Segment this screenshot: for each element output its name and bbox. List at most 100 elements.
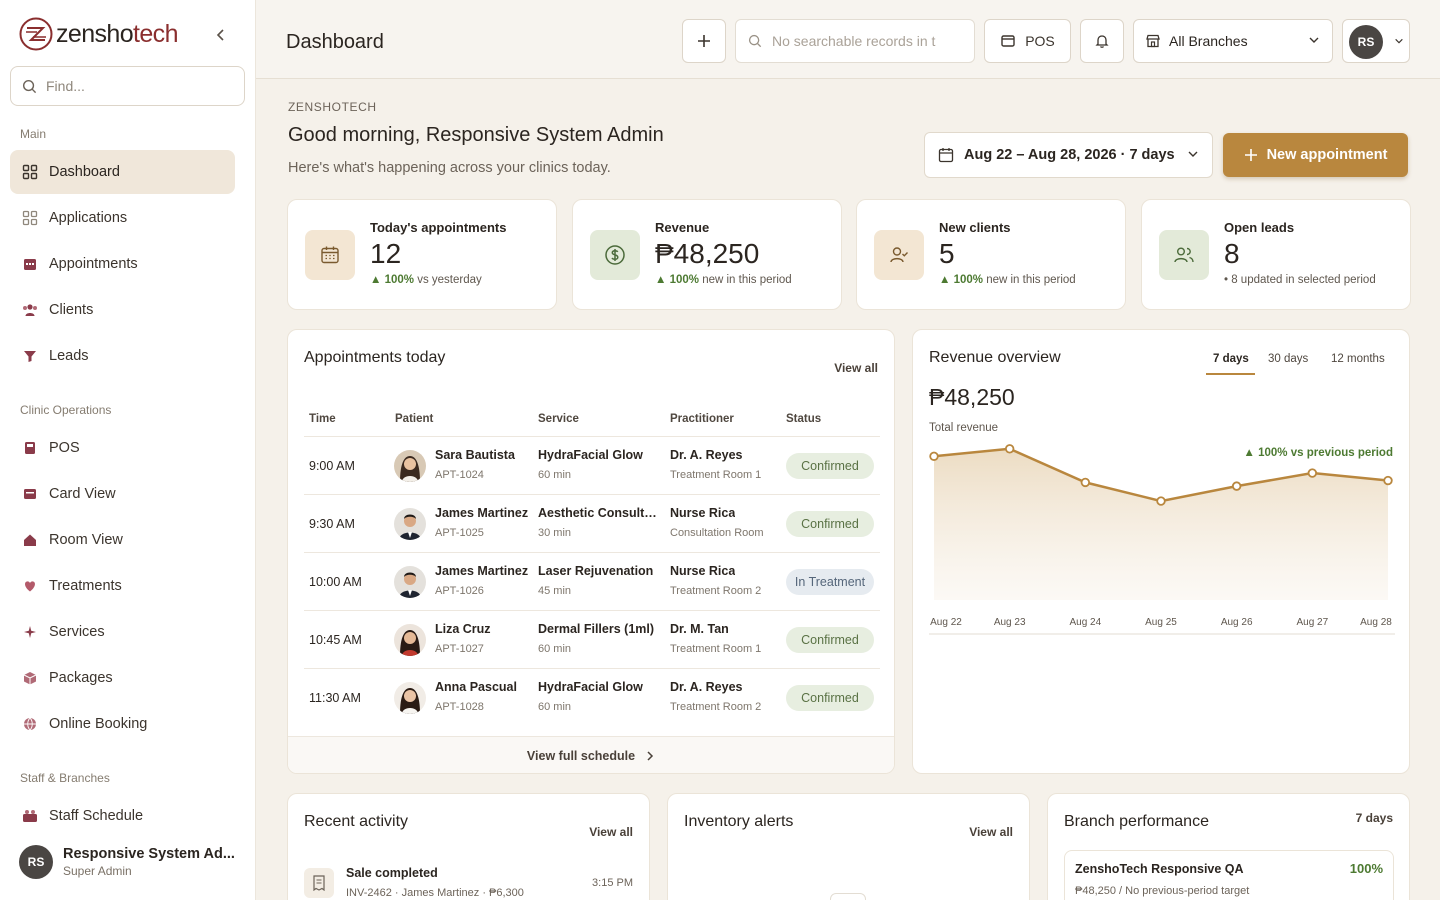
user-menu[interactable]: RS	[1342, 19, 1410, 63]
sidebar-item-label: Online Booking	[49, 716, 148, 732]
branch-performance-panel: Branch performance 7 days ZenshoTech Res…	[1047, 793, 1410, 900]
sidebar-item-dashboard[interactable]: Dashboard	[10, 150, 235, 194]
funnel-icon	[22, 348, 38, 364]
room-name: Treatment Room 2	[670, 585, 762, 597]
pos-button[interactable]: POS	[984, 19, 1071, 63]
x-tick-label: Aug 25	[1145, 617, 1177, 628]
nav-section-clinic: Clinic Operations	[20, 403, 112, 417]
notifications-button[interactable]	[1080, 19, 1124, 63]
recent-activity-panel: Recent activity View all Sale completed …	[287, 793, 650, 900]
new-appointment-label: New appointment	[1266, 147, 1388, 163]
sidebar-item-staff-schedule[interactable]: Staff Schedule	[10, 794, 235, 838]
sidebar-item-packages[interactable]: Packages	[10, 656, 235, 700]
stat-label: Today's appointments	[370, 220, 507, 235]
table-row[interactable]: 9:30 AM James Martinez APT-1025 Aestheti…	[304, 494, 880, 552]
collapse-sidebar-button[interactable]	[210, 24, 232, 46]
stat-label: New clients	[939, 220, 1011, 235]
inventory-view-all-link[interactable]: View all	[969, 825, 1013, 839]
search-icon	[22, 79, 37, 93]
stat-card-new-clients[interactable]: New clients 5 ▲ 100% new in this period	[856, 199, 1126, 310]
sidebar-item-pos[interactable]: POS	[10, 426, 235, 470]
x-tick-label: Aug 23	[994, 617, 1026, 628]
dollar-icon	[590, 230, 640, 280]
room-name: Treatment Room 2	[670, 701, 762, 713]
stat-label: Revenue	[655, 220, 710, 235]
branch-card[interactable]: ZenshoTech Responsive QA 100% ₱48,250 / …	[1064, 850, 1394, 900]
table-row[interactable]: 11:30 AM Anna Pascual APT-1028 HydraFaci…	[304, 668, 880, 726]
sidebar-search[interactable]	[10, 66, 245, 106]
appointments-view-all-link[interactable]: View all	[834, 361, 878, 375]
sidebar-item-treatments[interactable]: Treatments	[10, 564, 235, 608]
patient-avatar	[394, 450, 426, 482]
sidebar-item-appointments[interactable]: Appointments	[10, 242, 235, 286]
table-row[interactable]: 10:45 AM Liza Cruz APT-1027 Dermal Fille…	[304, 610, 880, 668]
bell-icon	[1095, 35, 1109, 48]
sidebar-item-room-view[interactable]: Room View	[10, 518, 235, 562]
status-badge: In Treatment	[786, 569, 874, 595]
service-duration: 30 min	[538, 527, 572, 539]
chevron-down-icon	[1188, 151, 1198, 157]
sidebar-item-label: Room View	[49, 532, 123, 548]
stat-value: 12	[370, 238, 402, 269]
greeting-title: Good morning, Responsive System Admin	[288, 124, 664, 146]
new-appointment-button[interactable]: New appointment	[1223, 133, 1408, 177]
revenue-point[interactable]	[1156, 496, 1166, 506]
sidebar-user-card[interactable]: RS Responsive System Ad... Super Admin	[19, 845, 235, 879]
brand-logo[interactable]: zenshotech	[19, 17, 178, 51]
x-tick-label: Aug 26	[1221, 617, 1253, 628]
sidebar: zenshotech Main Dashboard Applications A…	[0, 0, 256, 900]
date-range-picker[interactable]: Aug 22 – Aug 28, 2026 · 7 days	[924, 132, 1213, 178]
revenue-point[interactable]	[1080, 477, 1091, 488]
activity-view-all-link[interactable]: View all	[589, 825, 633, 839]
x-tick-label: Aug 22	[930, 617, 962, 628]
appointments-panel: Appointments today View all Time Patient…	[287, 329, 895, 774]
appointment-time: 9:30 AM	[309, 517, 355, 531]
home-icon	[22, 532, 38, 548]
x-tick-label: Aug 28	[1360, 617, 1392, 628]
stat-note: ▲ 100% new in this period	[939, 274, 1076, 286]
appointment-id: APT-1027	[435, 643, 484, 655]
users-icon	[22, 302, 38, 318]
greeting-subtitle: Here's what's happening across your clin…	[288, 160, 611, 176]
user-role: Super Admin	[63, 864, 132, 878]
global-search[interactable]	[735, 19, 975, 63]
sidebar-item-label: Services	[49, 624, 105, 640]
stat-card-revenue[interactable]: Revenue ₱48,250 ▲ 100% new in this perio…	[572, 199, 842, 310]
quick-add-button[interactable]	[682, 19, 726, 63]
global-search-input[interactable]	[772, 33, 952, 49]
revenue-point[interactable]	[1231, 481, 1242, 491]
brand-mark-icon	[19, 17, 53, 51]
empty-state-icon	[830, 893, 866, 900]
chevron-right-icon	[647, 750, 654, 761]
table-row[interactable]: 9:00 AM Sara Bautista APT-1024 HydraFaci…	[304, 436, 880, 494]
sidebar-item-online-booking[interactable]: Online Booking	[10, 702, 235, 746]
sidebar-item-clients[interactable]: Clients	[10, 288, 235, 332]
service-duration: 60 min	[538, 469, 572, 481]
sidebar-item-card-view[interactable]: Card View	[10, 472, 235, 516]
revenue-point[interactable]	[1383, 475, 1393, 486]
sidebar-item-applications[interactable]: Applications	[10, 196, 235, 240]
stat-card-appointments[interactable]: Today's appointments 12 ▲ 100% vs yester…	[287, 199, 557, 310]
revenue-point[interactable]	[929, 451, 939, 461]
revenue-point[interactable]	[1307, 468, 1318, 478]
sidebar-item-label: Packages	[49, 670, 113, 686]
status-badge: Confirmed	[786, 627, 874, 653]
branch-select[interactable]: All Branches	[1133, 19, 1333, 63]
apps-icon	[22, 210, 38, 226]
sidebar-item-label: Appointments	[49, 256, 138, 272]
sidebar-item-leads[interactable]: Leads	[10, 334, 235, 378]
avatar: RS	[1349, 25, 1383, 59]
service-name: HydraFacial Glow	[538, 680, 643, 694]
view-full-schedule-link[interactable]: View full schedule	[288, 736, 894, 773]
sidebar-search-input[interactable]	[46, 78, 226, 94]
chevron-down-icon	[1309, 37, 1319, 43]
sidebar-item-services[interactable]: Services	[10, 610, 235, 654]
user-check-icon	[874, 230, 924, 280]
sidebar-item-label: Clients	[49, 302, 94, 318]
branch-period: 7 days	[1355, 811, 1393, 825]
activity-title: Sale completed	[346, 866, 438, 880]
service-name: HydraFacial Glow	[538, 448, 643, 462]
revenue-point[interactable]	[1004, 444, 1015, 454]
table-row[interactable]: 10:00 AM James Martinez APT-1026 Laser R…	[304, 552, 880, 610]
stat-card-open-leads[interactable]: Open leads 8 • 8 updated in selected per…	[1141, 199, 1411, 310]
